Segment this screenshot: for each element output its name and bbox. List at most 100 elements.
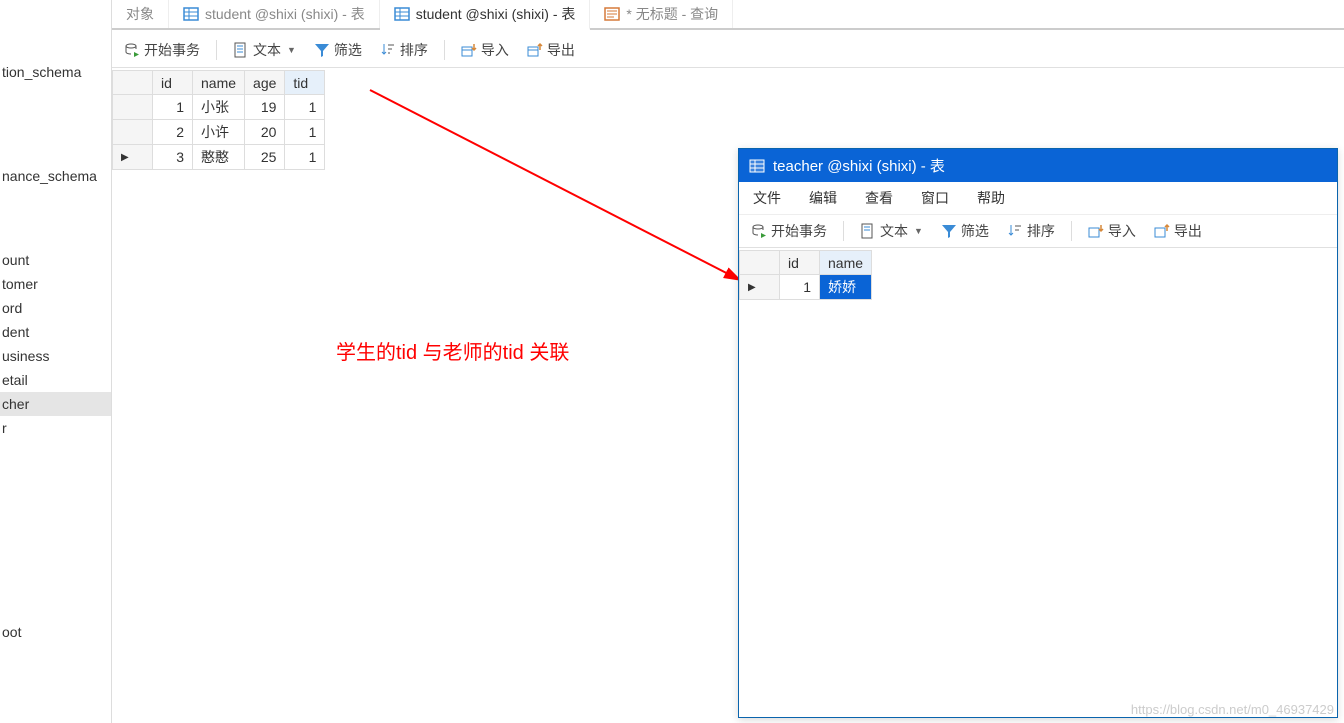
toolbar-label: 导出 <box>1174 221 1202 241</box>
cell-tid[interactable]: 1 <box>285 145 325 170</box>
cell-id[interactable]: 3 <box>153 145 193 170</box>
funnel-icon <box>314 42 330 58</box>
menu-window[interactable]: 窗口 <box>921 188 949 208</box>
begin-transaction-button[interactable]: 开始事务 <box>747 219 831 243</box>
sidebar-item[interactable]: oot <box>0 620 111 644</box>
annotation-arrow <box>360 80 760 300</box>
import-icon <box>461 42 477 58</box>
export-icon <box>1154 223 1170 239</box>
cell-tid[interactable]: 1 <box>285 120 325 145</box>
row-indicator: ▶ <box>740 275 780 300</box>
cell-id[interactable]: 2 <box>153 120 193 145</box>
column-header[interactable]: id <box>780 251 820 275</box>
table-icon <box>394 6 410 22</box>
window-menu: 文件 编辑 查看 窗口 帮助 <box>739 182 1337 215</box>
table-icon <box>749 158 765 174</box>
sort-button[interactable]: 排序 <box>376 38 432 62</box>
page-icon <box>860 223 876 239</box>
menu-help[interactable]: 帮助 <box>977 188 1005 208</box>
row-indicator <box>113 95 153 120</box>
window-title: teacher @shixi (shixi) - 表 <box>773 155 945 176</box>
toolbar-label: 导入 <box>481 40 509 60</box>
sidebar-item[interactable]: tomer <box>0 272 111 296</box>
table-header-row: id name age tid <box>113 71 325 95</box>
import-button[interactable]: 导入 <box>457 38 513 62</box>
cell-age[interactable]: 20 <box>245 120 285 145</box>
sidebar-item[interactable]: dent <box>0 320 111 344</box>
column-header-tid[interactable]: tid <box>285 71 325 95</box>
annotation-text: 学生的tid 与老师的tid 关联 <box>336 336 569 365</box>
database-play-icon <box>124 42 140 58</box>
column-header[interactable]: id <box>153 71 193 95</box>
text-button[interactable]: 文本 ▼ <box>229 38 300 62</box>
menu-edit[interactable]: 编辑 <box>809 188 837 208</box>
cell-tid[interactable]: 1 <box>285 95 325 120</box>
sort-button[interactable]: 排序 <box>1003 219 1059 243</box>
tab-student-1[interactable]: student @shixi (shixi) - 表 <box>169 0 380 28</box>
toolbar-separator <box>444 40 445 60</box>
toolbar-label: 筛选 <box>961 221 989 241</box>
table-icon <box>183 6 199 22</box>
table-row[interactable]: 1 小张 19 1 <box>113 95 325 120</box>
sidebar-item[interactable]: usiness <box>0 344 111 368</box>
student-table: id name age tid 1 小张 19 1 2 小许 20 1 ▶ 3 … <box>112 70 325 170</box>
sidebar-item[interactable]: tion_schema <box>0 60 111 84</box>
menu-view[interactable]: 查看 <box>865 188 893 208</box>
column-header[interactable]: age <box>245 71 285 95</box>
tabs: 对象 student @shixi (shixi) - 表 student @s… <box>112 0 1344 30</box>
tab-query[interactable]: * 无标题 - 查询 <box>590 0 733 28</box>
toolbar-label: 开始事务 <box>144 40 200 60</box>
window-titlebar[interactable]: teacher @shixi (shixi) - 表 <box>739 149 1337 182</box>
sidebar-item[interactable]: etail <box>0 368 111 392</box>
tab-label: 对象 <box>126 4 154 24</box>
teacher-window: teacher @shixi (shixi) - 表 文件 编辑 查看 窗口 帮… <box>738 148 1338 718</box>
tab-student-2[interactable]: student @shixi (shixi) - 表 <box>380 0 591 30</box>
cell-id[interactable]: 1 <box>780 275 820 300</box>
toolbar-separator <box>1071 221 1072 241</box>
teacher-table: id name ▶ 1 娇娇 <box>739 250 1337 300</box>
column-header[interactable]: name <box>820 251 872 275</box>
database-play-icon <box>751 223 767 239</box>
export-button[interactable]: 导出 <box>1150 219 1206 243</box>
window-toolbar: 开始事务 文本 ▼ 筛选 排序 导入 导出 <box>739 215 1337 248</box>
toolbar-label: 排序 <box>1027 221 1055 241</box>
cell-name[interactable]: 小张 <box>193 95 245 120</box>
import-icon <box>1088 223 1104 239</box>
tab-label: student @shixi (shixi) - 表 <box>416 4 576 24</box>
table-row[interactable]: 2 小许 20 1 <box>113 120 325 145</box>
row-indicator-header <box>113 71 153 95</box>
tab-label: * 无标题 - 查询 <box>626 4 718 24</box>
watermark: https://blog.csdn.net/m0_46937429 <box>1131 702 1334 717</box>
sidebar-item-selected[interactable]: cher <box>0 392 111 416</box>
filter-button[interactable]: 筛选 <box>937 219 993 243</box>
begin-transaction-button[interactable]: 开始事务 <box>120 38 204 62</box>
toolbar: 开始事务 文本 ▼ 筛选 排序 导入 导出 <box>112 32 1344 68</box>
cell-id[interactable]: 1 <box>153 95 193 120</box>
toolbar-label: 文本 <box>253 40 281 60</box>
sidebar-item[interactable]: r <box>0 416 111 440</box>
sidebar-item[interactable]: ord <box>0 296 111 320</box>
toolbar-label: 排序 <box>400 40 428 60</box>
cell-name[interactable]: 小许 <box>193 120 245 145</box>
sidebar-item[interactable]: nance_schema <box>0 164 111 188</box>
column-header[interactable]: name <box>193 71 245 95</box>
sidebar-item[interactable]: ount <box>0 248 111 272</box>
menu-file[interactable]: 文件 <box>753 188 781 208</box>
filter-button[interactable]: 筛选 <box>310 38 366 62</box>
sort-icon <box>380 42 396 58</box>
cell-age[interactable]: 25 <box>245 145 285 170</box>
toolbar-label: 开始事务 <box>771 221 827 241</box>
tab-objects[interactable]: 对象 <box>112 0 169 28</box>
text-button[interactable]: 文本 ▼ <box>856 219 927 243</box>
sort-icon <box>1007 223 1023 239</box>
cell-name[interactable]: 憨憨 <box>193 145 245 170</box>
cell-age[interactable]: 19 <box>245 95 285 120</box>
table-row[interactable]: ▶ 3 憨憨 25 1 <box>113 145 325 170</box>
dropdown-arrow-icon: ▼ <box>287 45 296 55</box>
import-button[interactable]: 导入 <box>1084 219 1140 243</box>
cell-name-selected[interactable]: 娇娇 <box>820 275 872 300</box>
table-row[interactable]: ▶ 1 娇娇 <box>740 275 872 300</box>
tab-label: student @shixi (shixi) - 表 <box>205 4 365 24</box>
export-button[interactable]: 导出 <box>523 38 579 62</box>
export-icon <box>527 42 543 58</box>
